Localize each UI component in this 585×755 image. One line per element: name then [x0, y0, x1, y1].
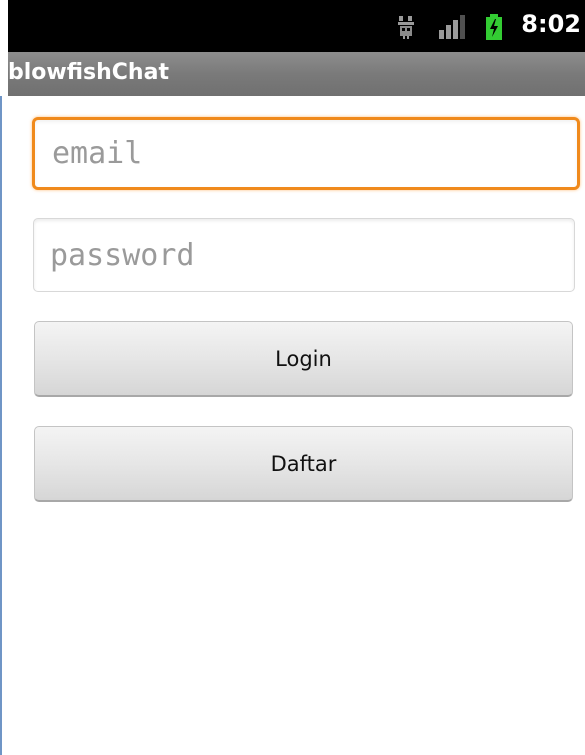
password-field[interactable]	[33, 218, 575, 292]
status-bar: 8:02	[8, 0, 585, 52]
usb-debug-icon	[396, 14, 418, 44]
register-button[interactable]: Daftar	[34, 426, 573, 502]
login-button[interactable]: Login	[34, 321, 573, 397]
email-field[interactable]	[32, 117, 580, 190]
app-screen: 8:02 blowfishChat Login Daftar	[0, 0, 585, 755]
signal-icon	[437, 14, 467, 44]
status-time: 8:02	[521, 10, 581, 38]
app-title: blowfishChat	[8, 60, 169, 85]
window-edge	[0, 96, 8, 755]
battery-charging-icon	[485, 14, 503, 44]
title-bar: blowfishChat	[8, 52, 585, 96]
